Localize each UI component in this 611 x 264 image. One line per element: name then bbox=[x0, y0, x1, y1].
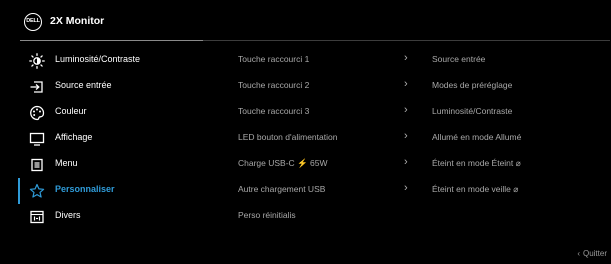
chevron-right-icon: › bbox=[404, 156, 408, 168]
option-row-shortcut-key-2[interactable]: Touche raccourci 2 › Modes de préréglage bbox=[238, 74, 608, 100]
option-label: Touche raccourci 1 bbox=[238, 54, 310, 64]
chevron-right-icon: › bbox=[404, 52, 408, 64]
option-label: LED bouton d'alimentation bbox=[238, 132, 338, 142]
power-off-icon: ⌀ bbox=[515, 158, 521, 168]
input-source-icon bbox=[29, 79, 45, 95]
menu-item-label: Luminosité/Contraste bbox=[55, 54, 141, 64]
option-row-shortcut-key-3[interactable]: Touche raccourci 3 › Luminosité/Contrast… bbox=[238, 100, 608, 126]
menu-item-brightness-contrast[interactable]: Luminosité/Contraste bbox=[0, 48, 230, 74]
others-icon bbox=[29, 209, 45, 225]
option-value-text: Éteint en mode Éteint bbox=[432, 158, 514, 168]
option-value: Modes de préréglage bbox=[432, 80, 513, 90]
selection-indicator bbox=[18, 178, 20, 204]
menu-item-input-source[interactable]: Source entrée bbox=[0, 74, 230, 100]
chevron-right-icon: › bbox=[404, 130, 408, 142]
menu-item-label: Personnaliser bbox=[55, 184, 115, 194]
menu-item-label: Affichage bbox=[55, 132, 93, 142]
star-icon bbox=[29, 183, 45, 199]
option-value: Luminosité/Contraste bbox=[432, 106, 513, 116]
option-label: Autre chargement USB bbox=[238, 184, 326, 194]
chevron-right-icon: › bbox=[404, 182, 408, 194]
monitor-title: 2X Monitor bbox=[50, 15, 105, 27]
menu-item-color[interactable]: Couleur bbox=[0, 100, 230, 126]
display-icon bbox=[29, 131, 45, 147]
menu-icon bbox=[29, 157, 45, 173]
option-row-reset-personalization[interactable]: Perso réinitialis bbox=[238, 204, 608, 230]
quit-button[interactable]: ‹ Quitter bbox=[577, 249, 607, 258]
header-divider-highlight bbox=[20, 40, 203, 41]
menu-item-display[interactable]: Affichage bbox=[0, 126, 230, 152]
power-off-icon: ⌀ bbox=[513, 184, 519, 194]
brightness-icon bbox=[29, 53, 45, 69]
dell-logo: DELL bbox=[24, 13, 42, 31]
option-label: Perso réinitialis bbox=[238, 210, 296, 220]
option-label: Touche raccourci 2 bbox=[238, 80, 310, 90]
osd-header: DELL 2X Monitor bbox=[0, 0, 611, 42]
option-value: Éteint en mode Éteint ⌀ bbox=[432, 158, 521, 169]
option-row-shortcut-key-1[interactable]: Touche raccourci 1 › Source entrée bbox=[238, 48, 608, 74]
chevron-right-icon: › bbox=[404, 78, 408, 90]
option-row-other-usb-charging[interactable]: Autre chargement USB › Éteint en mode ve… bbox=[238, 178, 608, 204]
menu-item-label: Divers bbox=[55, 210, 81, 220]
option-row-power-button-led[interactable]: LED bouton d'alimentation › Allumé en mo… bbox=[238, 126, 608, 152]
menu-item-label: Menu bbox=[55, 158, 78, 168]
option-label: Touche raccourci 3 bbox=[238, 106, 310, 116]
option-value: Source entrée bbox=[432, 54, 486, 64]
option-value-text: Éteint en mode veille bbox=[432, 184, 511, 194]
menu-item-others[interactable]: Divers bbox=[0, 204, 230, 230]
menu-item-label: Source entrée bbox=[55, 80, 112, 90]
option-value: Éteint en mode veille ⌀ bbox=[432, 184, 518, 195]
chevron-left-icon: ‹ bbox=[577, 249, 580, 258]
color-palette-icon bbox=[29, 105, 45, 121]
menu-item-personalize[interactable]: Personnaliser bbox=[0, 178, 230, 204]
option-label: Charge USB-C ⚡ 65W bbox=[238, 158, 328, 168]
option-row-usb-c-charging[interactable]: Charge USB-C ⚡ 65W › Éteint en mode Étei… bbox=[238, 152, 608, 178]
menu-item-label: Couleur bbox=[55, 106, 87, 116]
quit-label: Quitter bbox=[582, 249, 607, 258]
chevron-right-icon: › bbox=[404, 104, 408, 116]
menu-item-menu[interactable]: Menu bbox=[0, 152, 230, 178]
option-value: Allumé en mode Allumé bbox=[432, 132, 522, 142]
